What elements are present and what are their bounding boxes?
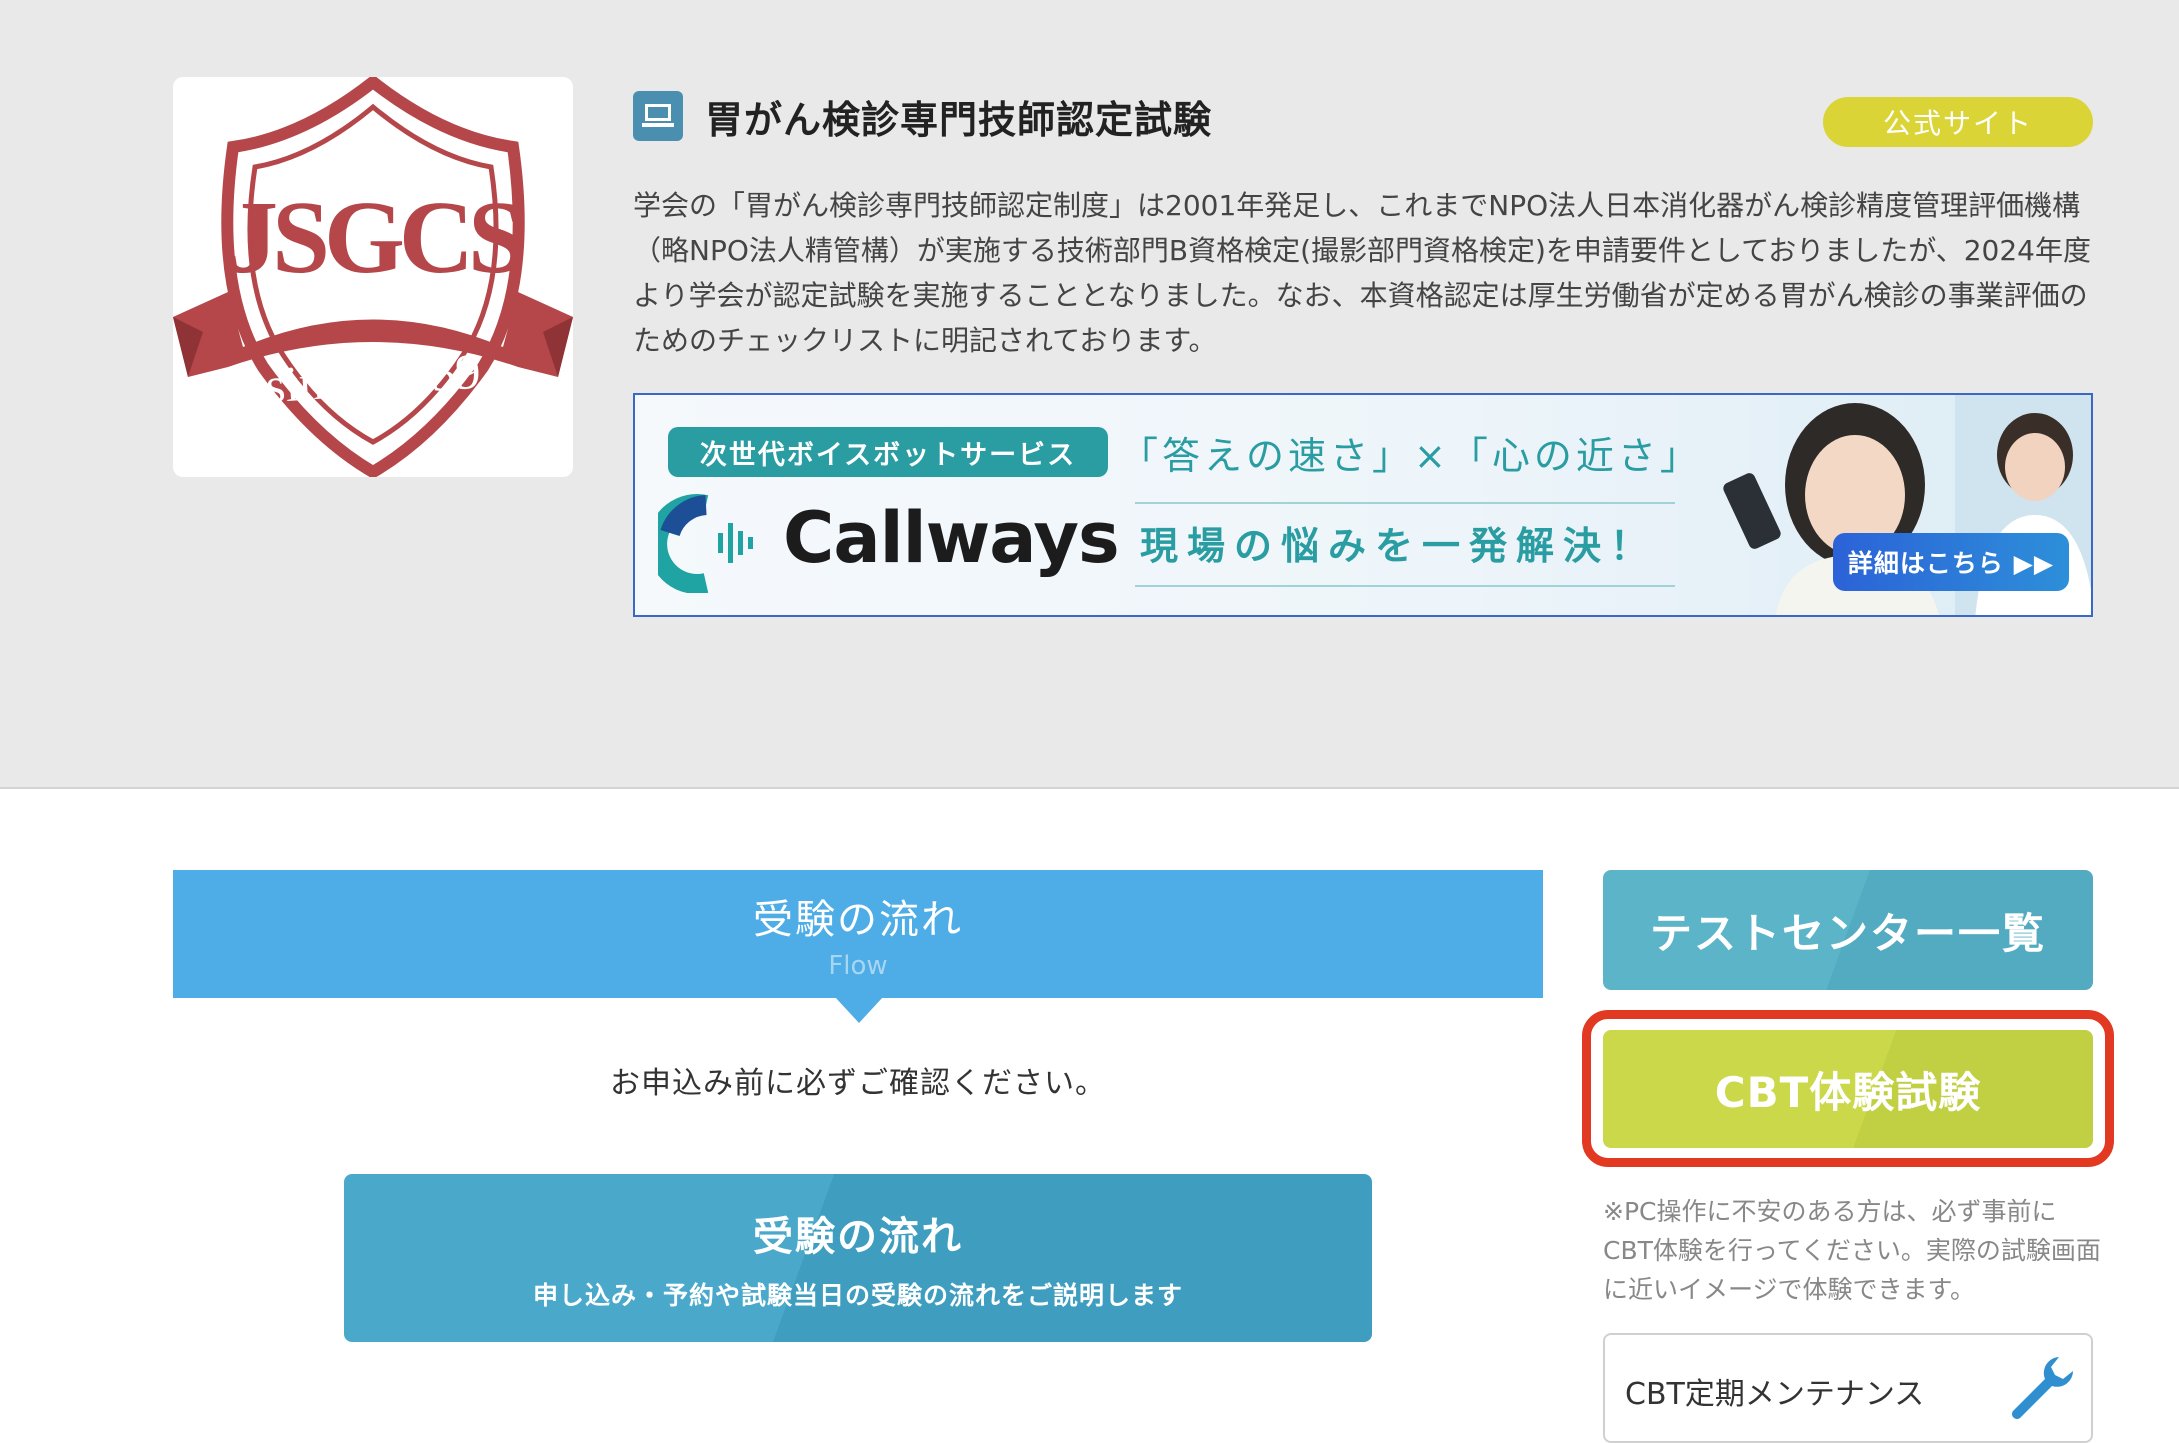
flow-header-title: 受験の流れ (753, 897, 963, 943)
flow-header-subtitle: Flow (828, 951, 888, 981)
flow-section-header: 受験の流れ Flow (173, 870, 1543, 998)
ad-brand: Callways (783, 497, 1120, 579)
exam-flow-button[interactable]: 受験の流れ 申し込み・予約や試験当日の受験の流れをご説明します (344, 1174, 1372, 1342)
ad-divider (1135, 502, 1675, 504)
exam-description: 学会の「胃がん検診専門技師認定制度」は2001年発足し、これまでNPO法人日本消… (633, 189, 2091, 357)
ad-detail-button[interactable]: 詳細はこちら ▶▶ (1833, 533, 2069, 591)
official-site-button[interactable]: 公式サイト (1823, 97, 2093, 147)
flow-button-title: 受験の流れ (753, 1214, 963, 1260)
callways-logo-icon (658, 494, 753, 593)
ad-divider-bottom (1135, 585, 1675, 587)
maintenance-label: CBT定期メンテナンス (1625, 1377, 1925, 1412)
test-center-list-button[interactable]: テストセンター一覧 (1603, 870, 2093, 990)
wrench-icon (2012, 1357, 2073, 1419)
logo-main-text: JSGCS (226, 180, 522, 295)
flow-header-pointer-icon (835, 997, 883, 1023)
jsgcs-logo: JSGCS since 1959 (173, 77, 573, 477)
pre-application-notice: お申込み前に必ずご確認ください。 (610, 1066, 1106, 1101)
ad-subcopy: 現場の悩みを一発解決！ (1140, 524, 1658, 568)
cbt-maintenance-link[interactable]: CBT定期メンテナンス (1603, 1333, 2093, 1443)
ad-catchphrase: 「答えの速さ」×「心の近さ」 (1120, 434, 1702, 478)
ad-tag: 次世代ボイスボットサービス (668, 427, 1108, 477)
flow-button-subtitle: 申し込み・予約や試験当日の受験の流れをご説明します (532, 1281, 1183, 1310)
callways-ad-banner[interactable]: 次世代ボイスボットサービス 「答えの速さ」×「心の近さ」 Callways 現場… (633, 393, 2093, 617)
cbt-note: ※PC操作に不安のある方は、必ず事前にCBT体験を行ってください。実際の試験画面… (1603, 1197, 2101, 1304)
jsgcs-emblem: JSGCS since 1959 (173, 77, 573, 477)
page-title: 胃がん検診専門技師認定試験 (705, 97, 1213, 142)
computer-icon (633, 91, 683, 141)
cbt-trial-exam-button[interactable]: CBT体験試験 (1603, 1030, 2093, 1148)
exam-hero: JSGCS since 1959 胃がん検診専門技師認定試験 公式サイト 学会の… (0, 0, 2179, 789)
exam-title-row: 胃がん検診専門技師認定試験 (633, 90, 1212, 142)
